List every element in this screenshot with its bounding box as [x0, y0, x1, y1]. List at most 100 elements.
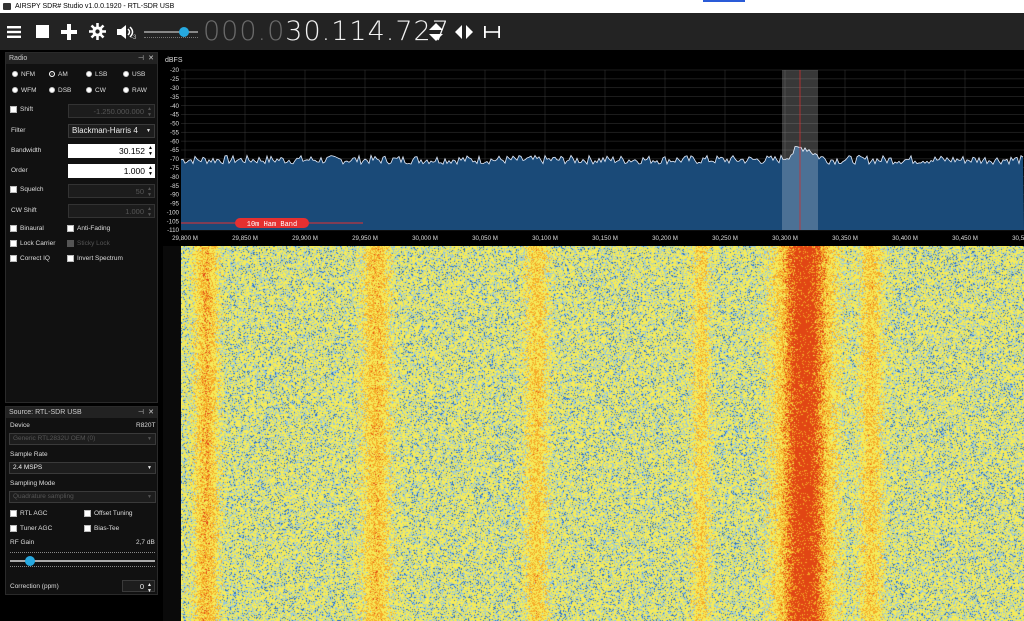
spectrum-plot[interactable]: dBFS -20 -25 -30 -35 -40 -45 -50-55 -60 -65 -70 -7… [163, 52, 1024, 246]
squelch-checkbox-box[interactable] [10, 186, 17, 193]
radio-button[interactable] [49, 87, 55, 93]
lockcarrier-checkbox[interactable]: Lock Carrier [10, 240, 55, 247]
mode-radio-nfm[interactable]: NFM [12, 71, 35, 78]
shift-checkbox-box[interactable] [10, 106, 17, 113]
stop-icon[interactable] [32, 13, 52, 50]
mode-radio-dsb[interactable]: DSB [49, 87, 71, 94]
invert-checkbox-box[interactable] [67, 255, 74, 262]
x-tick-label: 30,450 M [952, 235, 978, 242]
offsettuning-checkbox-box[interactable] [84, 510, 91, 517]
antifading-checkbox[interactable]: Anti-Fading [67, 225, 110, 232]
shift-field[interactable]: -1.250.000.000 ▲ ▼ [68, 104, 155, 118]
rfgain-slider-knob[interactable] [25, 556, 35, 566]
chevron-down-icon: ▼ [147, 492, 152, 502]
volume-slider-knob[interactable] [179, 27, 189, 37]
close-icon[interactable]: ✕ [148, 407, 154, 418]
binaural-checkbox-box[interactable] [10, 225, 17, 232]
correction-value: 0 [140, 582, 144, 591]
squelch-field[interactable]: 50 ▲ ▼ [68, 184, 155, 198]
left-right-arrow-icon[interactable] [454, 13, 474, 50]
y-tick-label: -70 [170, 156, 180, 163]
correctiq-label: Correct IQ [20, 255, 50, 262]
pin-icon[interactable]: ⊣ [138, 53, 144, 64]
shift-checkbox[interactable]: Shift [10, 106, 33, 113]
frequency-leading-digits[interactable]: 000.0 [203, 16, 285, 47]
gear-icon[interactable] [86, 13, 108, 50]
lockcarrier-checkbox-box[interactable] [10, 240, 17, 247]
sticky-checkbox-box[interactable] [67, 240, 74, 247]
y-tick-label: -25 [170, 76, 180, 83]
y-tick-label: -65 [170, 147, 180, 154]
order-field[interactable]: 1.000 ▲ ▼ [68, 164, 155, 178]
y-tick-label: -35 [170, 94, 180, 101]
span-icon[interactable] [482, 13, 502, 50]
y-tick-label: -20 [170, 67, 180, 74]
waterfall-canvas[interactable] [181, 246, 1024, 621]
hamburger-icon[interactable] [4, 13, 24, 50]
mode-radio-cw[interactable]: CW [86, 87, 106, 94]
mode-radio-raw[interactable]: RAW [123, 87, 147, 94]
spectrum-analyzer[interactable]: dBFS -20 -25 -30 -35 -40 -45 -50 -55 -60 -65 -70 -7… [163, 52, 1024, 246]
radio-button[interactable] [123, 87, 129, 93]
radio-button[interactable] [123, 71, 129, 77]
radio-button[interactable] [12, 71, 18, 77]
offsettuning-checkbox[interactable]: Offset Tuning [84, 510, 133, 517]
x-tick-label: 29,800 M [172, 235, 198, 242]
mode-radio-lsb[interactable]: LSB [86, 71, 107, 78]
radio-panel-title: Radio [9, 55, 27, 62]
samplingmode-select[interactable]: Quadrature sampling ▼ [9, 491, 156, 503]
squelch-checkbox[interactable]: Squelch [10, 186, 44, 193]
radio-panel-header: Radio ⊣ ✕ [6, 53, 157, 64]
squelch-spinner-icon[interactable]: ▲ ▼ [147, 186, 152, 198]
cwshift-field[interactable]: 1.000 ▲ ▼ [68, 204, 155, 218]
cwshift-spinner-icon[interactable]: ▲ ▼ [147, 206, 152, 218]
bandwidth-spinner-icon[interactable]: ▲ ▼ [148, 145, 153, 157]
frequency-display[interactable]: 000.030.114.727 [203, 13, 450, 50]
lockcarrier-label: Lock Carrier [20, 240, 55, 247]
radio-button[interactable] [12, 87, 18, 93]
samplerate-select[interactable]: 2.4 MSPS ▼ [9, 462, 156, 474]
binaural-checkbox[interactable]: Binaural [10, 225, 44, 232]
correction-spinner-icon[interactable]: ▲ ▼ [147, 582, 152, 594]
pin-icon[interactable]: ⊣ [138, 407, 144, 418]
mode-radio-wfm[interactable]: WFM [12, 87, 37, 94]
waterfall-display[interactable] [163, 246, 1024, 621]
correctiq-checkbox-box[interactable] [10, 255, 17, 262]
mode-radio-usb[interactable]: USB [123, 71, 145, 78]
device-value: Generic RTL2832U OEM (0) [13, 435, 95, 442]
bandwidth-field[interactable]: 30.152 ▲ ▼ [68, 144, 155, 158]
rtlagc-checkbox-box[interactable] [10, 510, 17, 517]
y-tick-label: -75 [170, 165, 180, 172]
radio-button[interactable] [86, 87, 92, 93]
filter-select[interactable]: Blackman-Harris 4 ▼ [68, 124, 155, 138]
y-tick-label: -60 [170, 138, 180, 145]
rfgain-slider[interactable] [10, 550, 155, 570]
mode-radio-am[interactable]: AM [49, 71, 68, 78]
sticky-checkbox[interactable]: Sticky Lock [67, 240, 110, 247]
device-select[interactable]: Generic RTL2832U OEM (0) ▼ [9, 433, 156, 445]
order-spinner-icon[interactable]: ▲ ▼ [148, 165, 153, 177]
tuneragc-checkbox-box[interactable] [10, 525, 17, 532]
volume-slider[interactable] [142, 13, 200, 50]
rtlagc-checkbox[interactable]: RTL AGC [10, 510, 47, 517]
close-icon[interactable]: ✕ [148, 53, 154, 64]
tuneragc-checkbox[interactable]: Tuner AGC [10, 525, 52, 532]
order-value: 1.000 [124, 166, 145, 176]
invert-checkbox[interactable]: Invert Spectrum [67, 255, 123, 262]
x-tick-label: 30,250 M [712, 235, 738, 242]
correction-field[interactable]: 0 ▲ ▼ [122, 580, 155, 592]
antifading-checkbox-box[interactable] [67, 225, 74, 232]
correction-label: Correction (ppm) [10, 583, 59, 590]
biastee-checkbox[interactable]: Bias-Tee [84, 525, 119, 532]
radio-button[interactable] [49, 71, 55, 77]
up-down-arrow-icon[interactable] [426, 13, 446, 50]
biastee-checkbox-box[interactable] [84, 525, 91, 532]
speaker-icon[interactable]: -3 [114, 13, 138, 50]
y-tick-label: -85 [170, 183, 180, 190]
radio-button[interactable] [86, 71, 92, 77]
correctiq-checkbox[interactable]: Correct IQ [10, 255, 50, 262]
y-tick-label: -50 [170, 121, 180, 128]
plus-icon[interactable] [59, 13, 79, 50]
shift-spinner-icon[interactable]: ▲ ▼ [147, 106, 152, 118]
x-axis-ticks: 29,800 M 29,850 M 29,900 M 29,950 M 30,000 M… [172, 235, 1024, 242]
